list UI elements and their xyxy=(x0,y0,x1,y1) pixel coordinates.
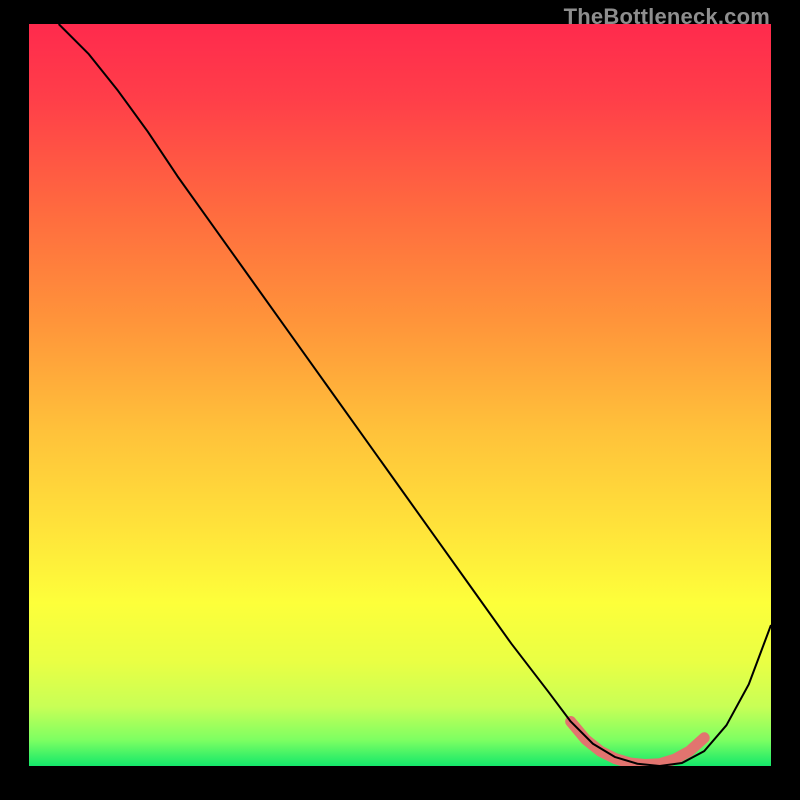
bottleneck-chart xyxy=(29,24,771,766)
watermark-text: TheBottleneck.com xyxy=(564,4,770,30)
chart-frame xyxy=(29,24,771,766)
gradient-background xyxy=(29,24,771,766)
